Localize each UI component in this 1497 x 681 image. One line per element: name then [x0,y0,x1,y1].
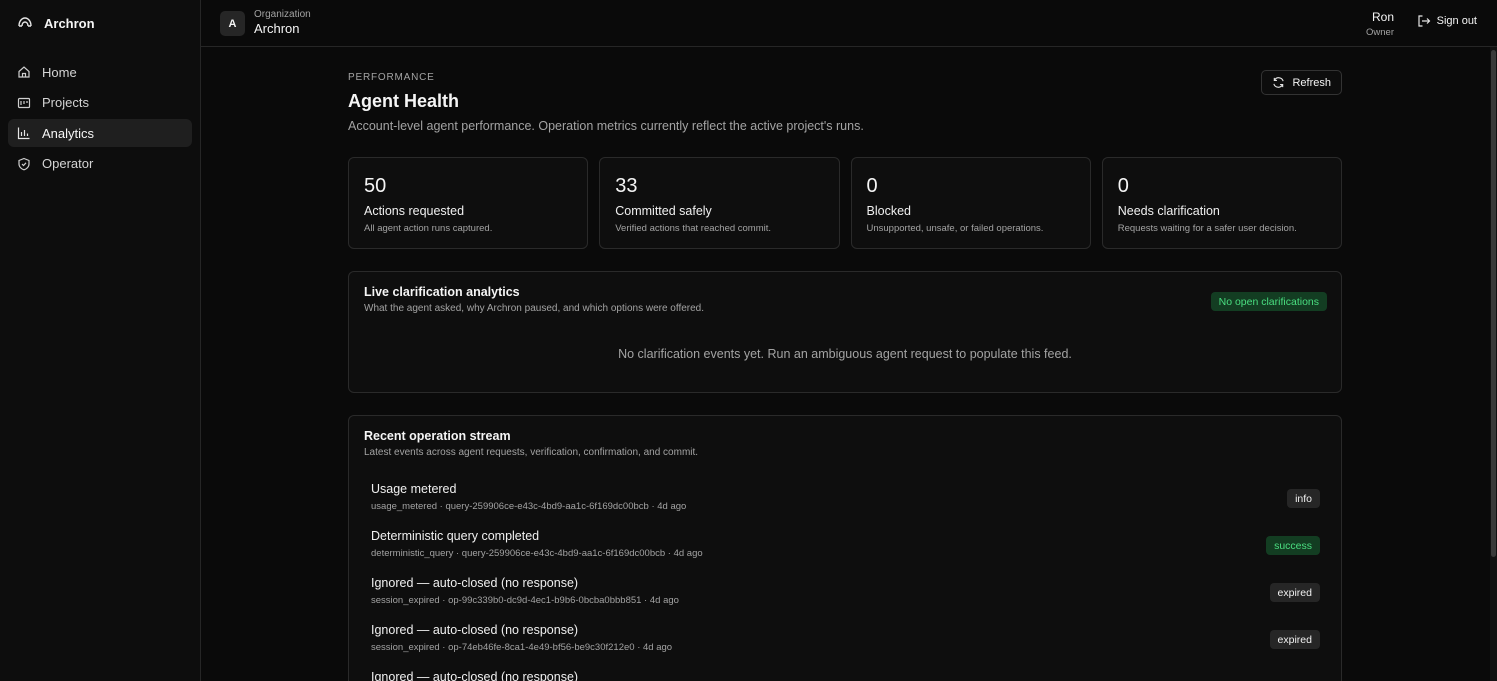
list-item[interactable]: Ignored — auto-closed (no response) sess… [371,623,1320,663]
clarification-analytics-card: Live clarification analytics What the ag… [348,271,1342,393]
sidebar-item-analytics[interactable]: Analytics [8,119,192,148]
shield-icon [18,157,30,171]
sidebar: Archron Home Projects Analytics Operator [0,0,201,681]
operation-meta: session_expired · op-74eb46fe-8ca1-4e49-… [371,642,673,653]
page-eyebrow: PERFORMANCE [348,72,435,83]
stat-value: 50 [364,175,387,197]
sidebar-nav: Home Projects Analytics Operator [0,46,200,192]
status-badge: success [1266,536,1320,555]
sidebar-item-label: Home [42,64,77,80]
card-title: Live clarification analytics [364,285,520,299]
brand[interactable]: Archron [0,0,200,46]
sidebar-item-label: Projects [42,95,89,111]
status-badge: expired [1269,583,1320,602]
sign-out-icon [1418,15,1430,27]
operation-meta: deterministic_query · query-259906ce-e43… [371,548,703,559]
scrollbar-thumb[interactable] [1491,50,1496,557]
operation-title: Usage metered [371,482,457,496]
operation-title: Ignored — auto-closed (no response) [371,576,579,590]
operation-title: Deterministic query completed [371,529,540,543]
stats-row: 50 Actions requested All agent action ru… [348,157,1342,249]
home-icon [18,66,30,78]
sidebar-item-home[interactable]: Home [8,58,192,86]
stat-label: Needs clarification [1117,204,1220,218]
card-subtitle: Latest events across agent requests, ver… [364,447,699,458]
operation-title: Ignored — auto-closed (no response) [371,670,579,681]
operation-stream-card: Recent operation stream Latest events ac… [348,415,1342,681]
stat-value: 0 [1117,175,1129,197]
stat-value: 33 [615,175,638,197]
page-title: Agent Health [348,91,460,111]
refresh-icon [1273,77,1285,88]
org-label: Organization [254,9,311,20]
user-name: Ron [1371,10,1394,24]
stat-label: Committed safely [615,204,712,218]
empty-state-message: No clarification events yet. Run an ambi… [618,347,1072,361]
user-role: Owner [1366,27,1394,38]
card-subtitle: What the agent asked, why Archron paused… [364,303,705,314]
archron-logo-icon [18,17,32,27]
sidebar-item-projects[interactable]: Projects [8,89,192,117]
org-name[interactable]: Archron [254,21,300,36]
stat-card-needs-clarification: 0 Needs clarification Requests waiting f… [1101,157,1342,249]
page-subtitle: Account-level agent performance. Operati… [348,119,864,133]
status-badge: expired [1269,630,1320,649]
operation-meta: session_expired · op-99c339b0-dc9d-4ec1-… [371,595,679,606]
stat-description: Requests waiting for a safer user decisi… [1117,223,1297,234]
projects-icon [17,97,31,108]
brand-name: Archron [44,15,95,31]
sidebar-item-label: Analytics [42,125,95,141]
topbar: A Organization Archron Ron Owner Sign ou… [201,0,1497,47]
stat-value: 0 [866,175,878,197]
list-item[interactable]: Ignored — auto-closed (no response) sess… [371,576,1320,616]
sign-out-button[interactable]: Sign out [1417,14,1477,28]
sign-out-label: Sign out [1436,15,1477,27]
card-title: Recent operation stream [364,429,511,443]
stat-description: Verified actions that reached commit. [615,223,772,234]
refresh-label: Refresh [1292,76,1331,89]
stat-description: All agent action runs captured. [364,223,493,234]
list-item[interactable]: Ignored — auto-closed (no response) [371,670,1320,681]
sidebar-item-label: Operator [42,156,94,172]
refresh-button[interactable]: Refresh [1261,70,1342,95]
status-badge: info [1287,489,1320,508]
list-item[interactable]: Deterministic query completed determinis… [371,529,1320,569]
org-avatar[interactable]: A [220,11,245,36]
chart-icon [17,127,30,140]
stat-label: Blocked [866,204,911,218]
list-item[interactable]: Usage metered usage_metered · query-2599… [371,482,1320,522]
stat-card-committed-safely: 33 Committed safely Verified actions tha… [599,157,840,249]
stat-description: Unsupported, unsafe, or failed operation… [866,223,1044,234]
stat-label: Actions requested [364,204,465,218]
stat-card-actions-requested: 50 Actions requested All agent action ru… [348,157,589,249]
operation-title: Ignored — auto-closed (no response) [371,623,579,637]
sidebar-item-operator[interactable]: Operator [8,150,192,178]
operation-meta: usage_metered · query-259906ce-e43c-4bd9… [371,501,687,512]
stat-card-blocked: 0 Blocked Unsupported, unsafe, or failed… [850,157,1091,249]
status-badge: No open clarifications [1210,292,1327,311]
